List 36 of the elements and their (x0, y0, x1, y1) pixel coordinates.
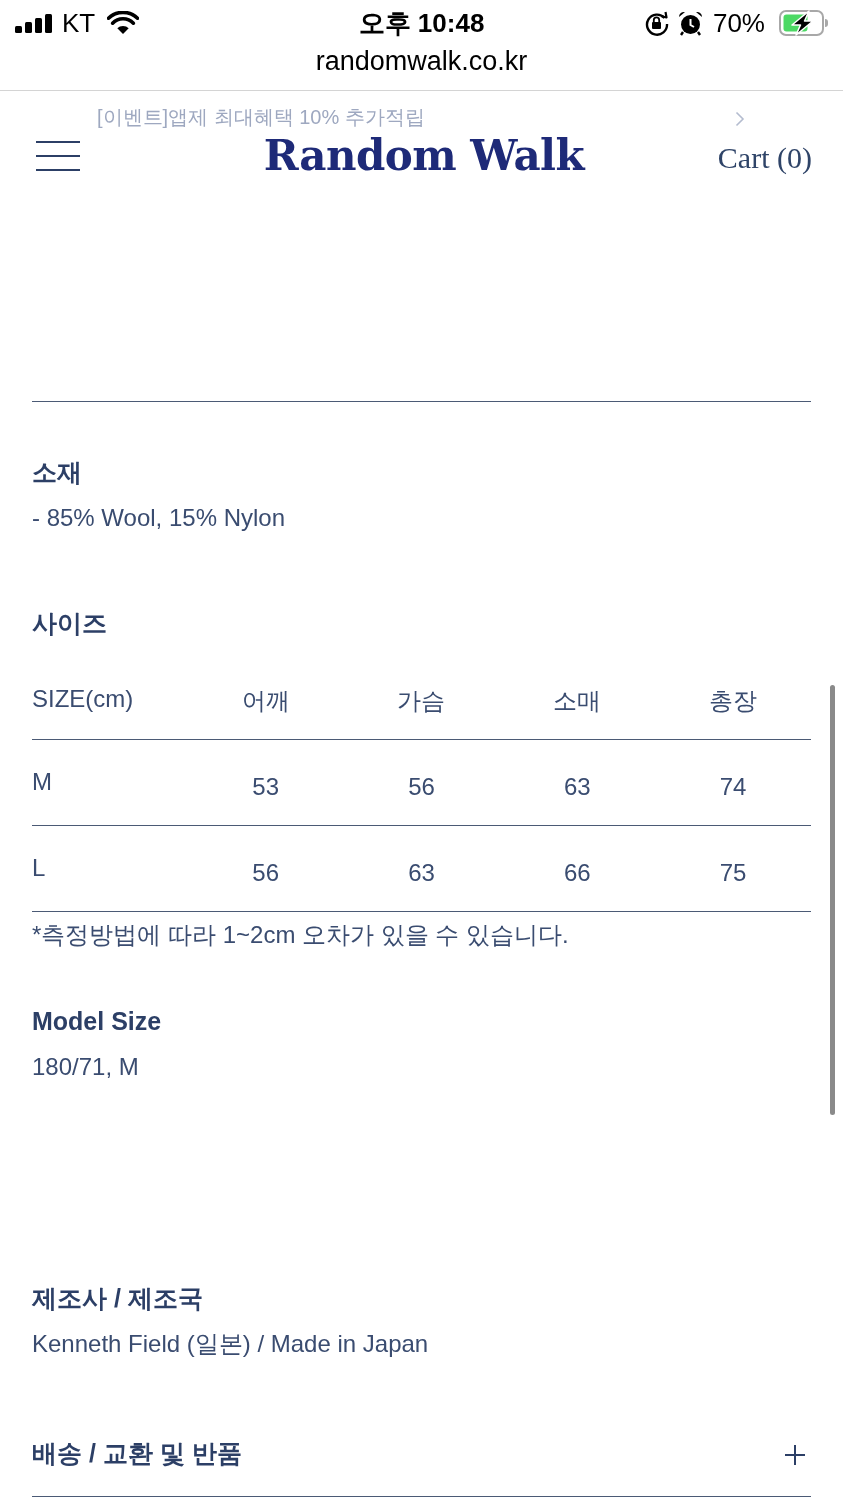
table-header-cell: 가슴 (397, 686, 446, 716)
section-heading: 제조사 / 제조국 (32, 1283, 204, 1313)
address-bar-url[interactable]: randomwalk.co.kr (315, 46, 528, 76)
table-header-cell: 소매 (553, 686, 602, 716)
menu-icon[interactable] (36, 141, 80, 171)
section-text: 180/71, M (32, 1052, 140, 1082)
battery-percent: 70% (712, 8, 765, 38)
clock-time: 오후 10:48 (358, 8, 485, 38)
table-cell: 75 (719, 857, 747, 888)
battery-charging-icon (779, 10, 829, 36)
table-header-cell: 어깨 (241, 686, 290, 716)
cart-link[interactable]: Cart (0) (717, 141, 812, 175)
table-cell: 56 (252, 857, 280, 888)
section-text: Kenneth Field (일본) / Made in Japan (32, 1329, 430, 1359)
table-header-cell: SIZE(cm) (32, 684, 134, 714)
table-cell: 66 (563, 857, 591, 888)
table-cell: 63 (408, 857, 435, 888)
table-cell: L (32, 852, 46, 883)
section-heading: 사이즈 (32, 608, 108, 638)
site-logo[interactable]: Random Walk (263, 133, 585, 179)
section-heading: Model Size (32, 1006, 163, 1036)
shipping-returns-accordion[interactable]: 배송 / 교환 및 반품 (32, 1409, 811, 1497)
table-header-cell: 총장 (709, 686, 758, 716)
alarm-clock-icon (677, 10, 703, 36)
table-cell: M (32, 766, 52, 797)
signal-strength-icon (15, 13, 52, 33)
section-text: - 85% Wool, 15% Nylon (32, 503, 286, 533)
table-cell: 74 (719, 771, 747, 802)
table-cell: 53 (252, 771, 280, 802)
rotation-lock-icon (643, 10, 669, 36)
section-heading: 소재 (32, 457, 83, 487)
carrier-name: KT (62, 8, 96, 38)
table-cell: 63 (563, 771, 591, 802)
table-cell: 56 (408, 771, 435, 802)
wifi-icon (107, 11, 140, 35)
size-note: *측정방법에 따라 1~2cm 오차가 있을 수 있습니다. (32, 920, 570, 950)
